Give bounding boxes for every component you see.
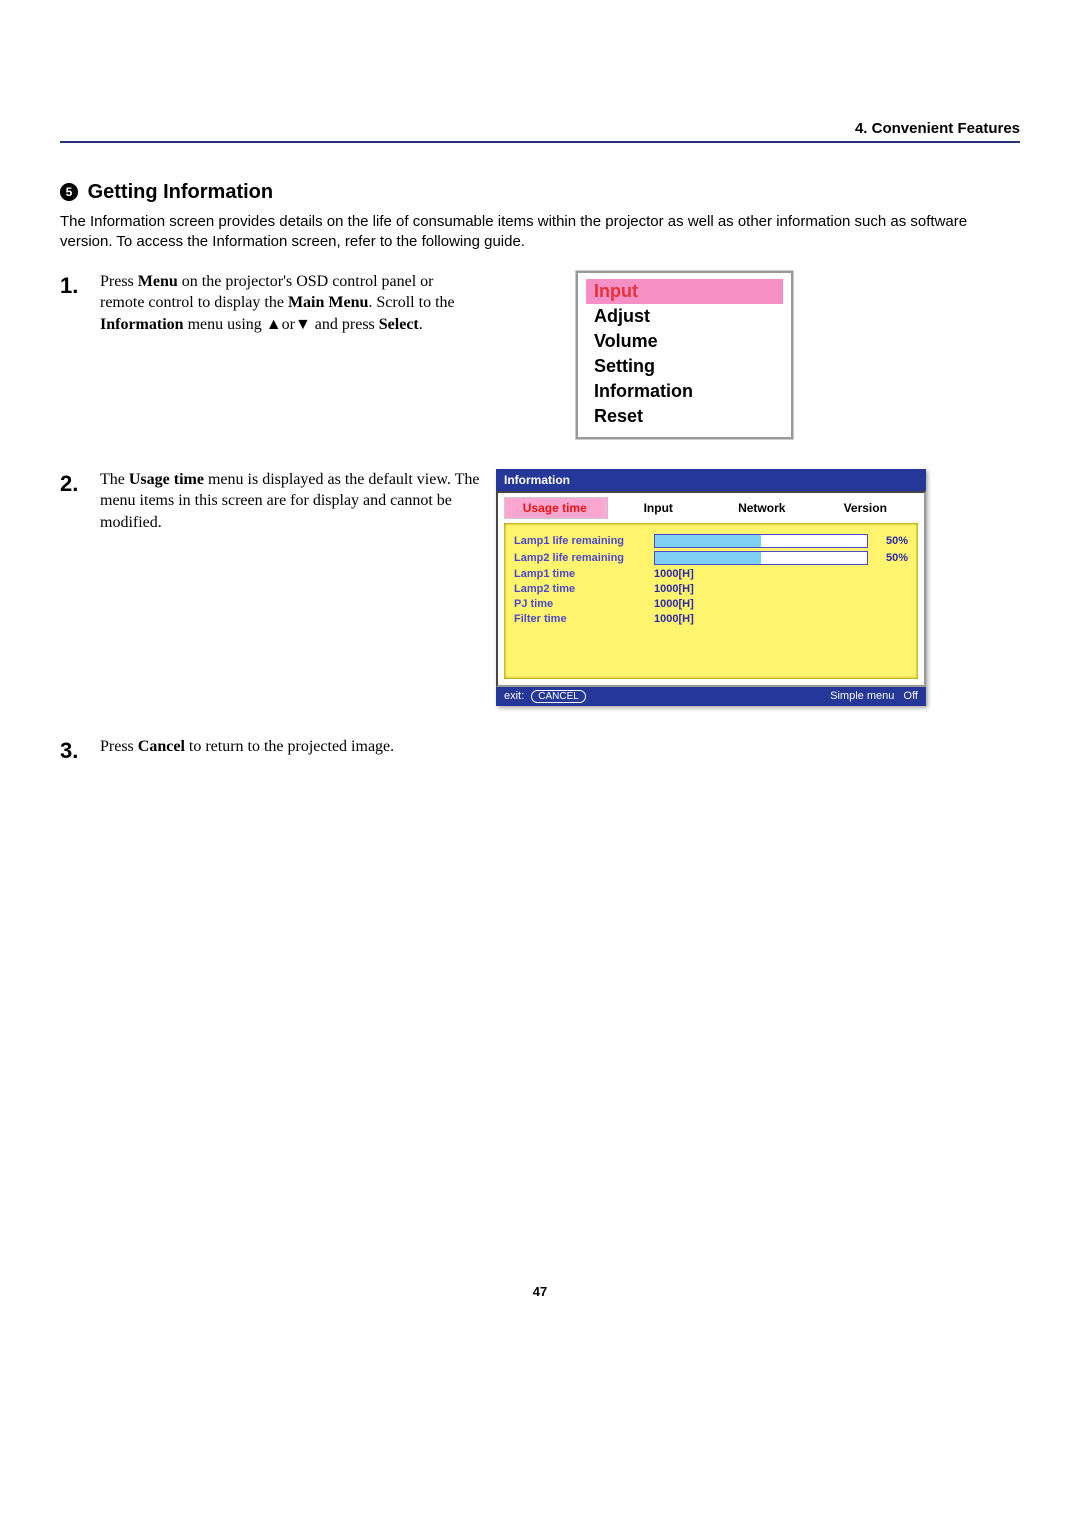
row-lamp1-time: Lamp1 time 1000[H] <box>514 568 908 580</box>
main-menu-item-volume: Volume <box>586 329 783 354</box>
section-number-icon: 5 <box>60 183 78 201</box>
step-3: 3. Press Cancel to return to the project… <box>60 736 1020 764</box>
row-lamp1-life: Lamp1 life remaining 50% <box>514 534 908 548</box>
intro-text: The Information screen provides details … <box>60 212 1020 253</box>
row-lamp2-time: Lamp2 time 1000[H] <box>514 583 908 595</box>
row-lamp2-life: Lamp2 life remaining 50% <box>514 551 908 565</box>
main-menu-item-setting: Setting <box>586 354 783 379</box>
step-2: 2. The Usage time menu is displayed as t… <box>60 469 1020 706</box>
page-number: 47 <box>60 1284 1020 1299</box>
info-panel-title: Information <box>496 469 926 491</box>
step-number: 1. <box>60 271 100 439</box>
step-text: Press Menu on the projector's OSD contro… <box>100 271 496 439</box>
tab-usage-time: Usage time <box>504 497 608 519</box>
row-filter-time: Filter time 1000[H] <box>514 613 908 625</box>
row-pj-time: PJ time 1000[H] <box>514 598 908 610</box>
mode-value: Off <box>904 690 918 702</box>
progress-bar <box>654 534 868 548</box>
info-footer: exit: CANCEL Simple menu Off <box>496 687 926 706</box>
main-menu-item-input: Input <box>586 279 783 304</box>
exit-label: exit: <box>504 690 524 702</box>
main-menu-item-information: Information <box>586 379 783 404</box>
progress-bar <box>654 551 868 565</box>
info-content: Lamp1 life remaining 50% Lamp2 life rema… <box>504 523 918 679</box>
tab-network: Network <box>711 497 815 519</box>
section-title-text: Getting Information <box>88 181 274 203</box>
main-menu-figure: Input Adjust Volume Setting Information … <box>576 271 793 439</box>
step-number: 2. <box>60 469 100 706</box>
cancel-pill-icon: CANCEL <box>531 690 586 703</box>
tab-input: Input <box>608 497 712 519</box>
page-header: 4. Convenient Features <box>60 120 1020 143</box>
step-text: Press Cancel to return to the projected … <box>100 736 496 764</box>
info-tabs: Usage time Input Network Version <box>498 493 924 519</box>
step-1: 1. Press Menu on the projector's OSD con… <box>60 271 1020 439</box>
mode-label: Simple menu <box>830 690 894 702</box>
tab-version: Version <box>815 497 919 519</box>
main-menu-item-reset: Reset <box>586 404 783 429</box>
section-title: 5 Getting Information <box>60 181 1020 204</box>
step-number: 3. <box>60 736 100 764</box>
main-menu-item-adjust: Adjust <box>586 304 783 329</box>
step-text: The Usage time menu is displayed as the … <box>100 469 496 706</box>
information-panel-figure: Information Usage time Input Network Ver… <box>496 469 926 706</box>
